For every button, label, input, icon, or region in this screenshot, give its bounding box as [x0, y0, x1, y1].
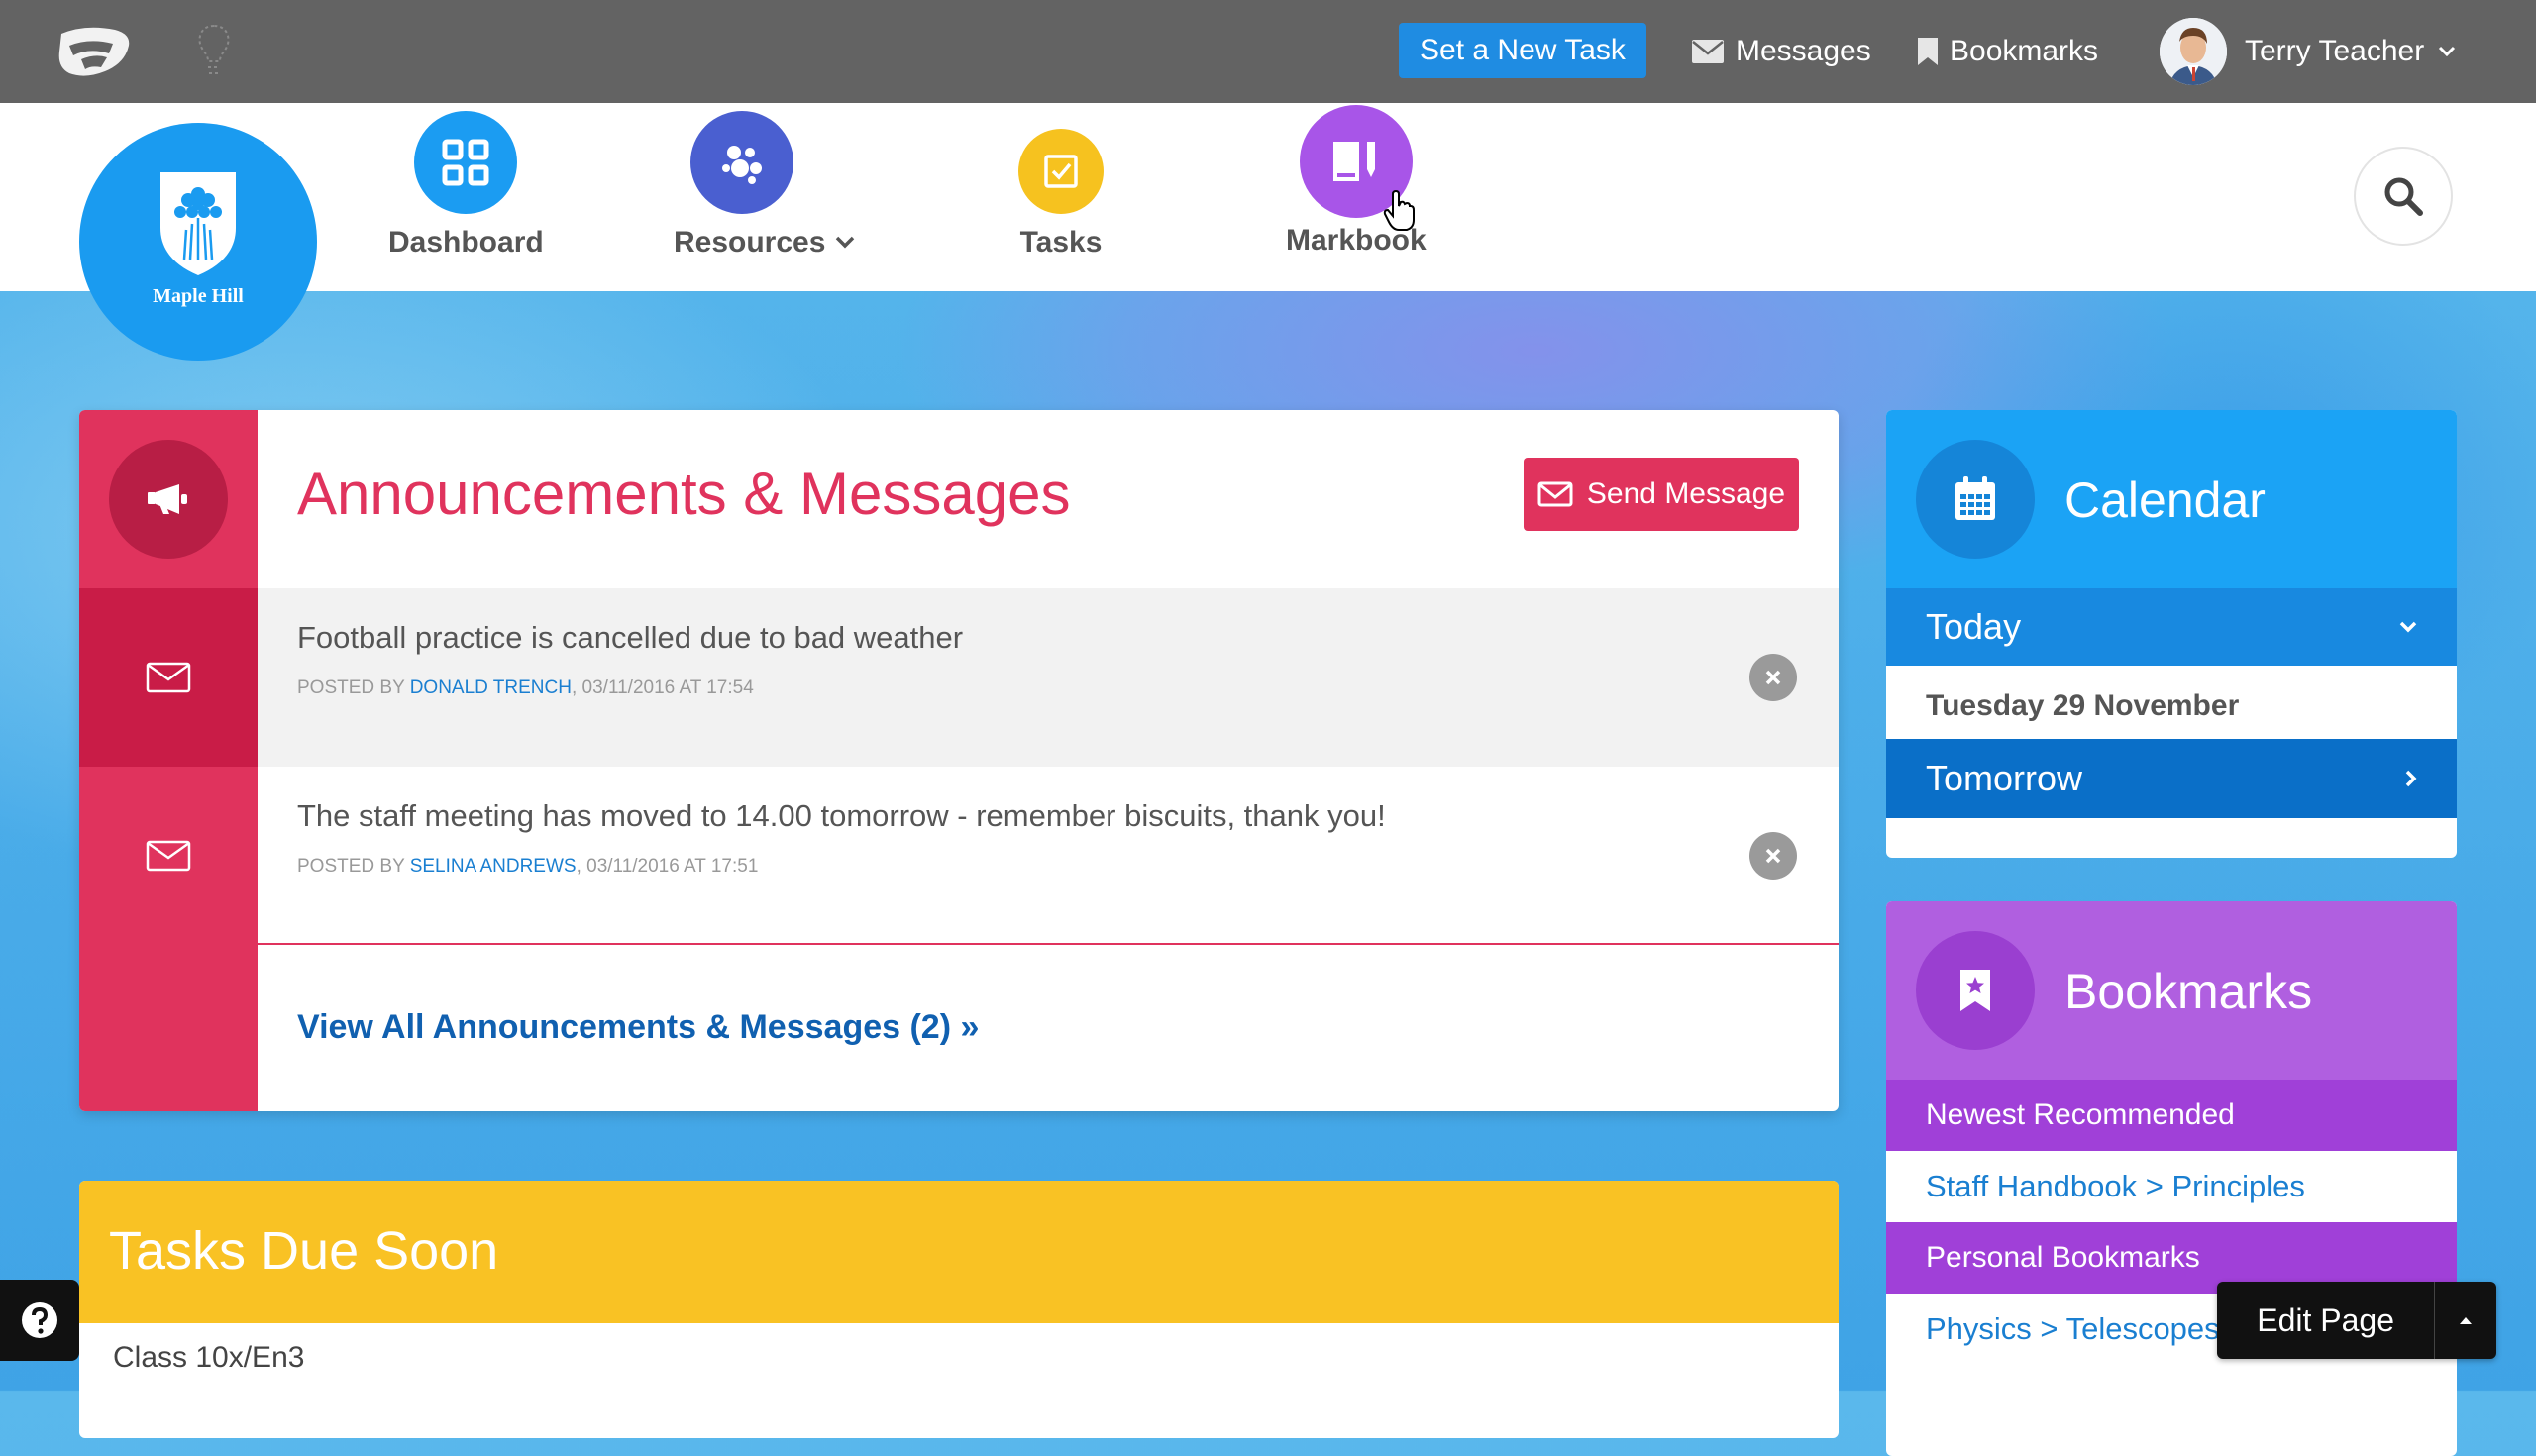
- messages-link[interactable]: Messages: [1692, 28, 1871, 75]
- calendar-today-toggle[interactable]: Today: [1886, 588, 2457, 666]
- dashboard-grid-icon: [414, 111, 518, 214]
- nav-dashboard-label: Dashboard: [388, 226, 544, 259]
- dismiss-message-button[interactable]: [1749, 654, 1797, 701]
- bookmarks-title: Bookmarks: [2064, 964, 2313, 1019]
- tasks-due-soon-panel: Tasks Due Soon Class 10x/En3: [79, 1181, 1839, 1438]
- chevron-down-icon: [836, 236, 855, 249]
- nav-tasks[interactable]: Tasks: [1018, 111, 1104, 260]
- resources-icon: [689, 111, 793, 214]
- user-name-label: Terry Teacher: [2245, 35, 2425, 67]
- message-envelope-icon: [79, 767, 258, 945]
- chevron-down-icon: [2439, 46, 2456, 57]
- announcements-title: Announcements & Messages: [297, 461, 1071, 527]
- message-author-link[interactable]: SELINA ANDREWS: [410, 856, 577, 877]
- bookmarks-section-newest: Newest Recommended: [1886, 1080, 2457, 1151]
- close-icon: [1765, 670, 1781, 685]
- chevron-down-icon: [2399, 621, 2417, 633]
- bookmark-star-icon: [1916, 931, 2035, 1050]
- message-meta: POSTED BY SELINA ANDREWS, 03/11/2016 AT …: [297, 856, 759, 877]
- envelope-icon: [1692, 40, 1724, 63]
- caret-up-icon: [2460, 1317, 2473, 1324]
- announcements-panel: Announcements & Messages Send Message Fo…: [79, 410, 1839, 1111]
- search-icon: [2384, 177, 2423, 216]
- envelope-icon: [1537, 481, 1573, 507]
- nav-tasks-label: Tasks: [1019, 226, 1103, 259]
- nav-resources[interactable]: Resources: [674, 111, 855, 260]
- tasks-checkbox-icon: [1018, 129, 1104, 214]
- user-menu[interactable]: Terry Teacher: [2245, 28, 2456, 75]
- message-row[interactable]: Football practice is cancelled due to ba…: [79, 588, 1839, 767]
- help-icon: [22, 1302, 57, 1338]
- bookmarks-link[interactable]: Bookmarks: [1918, 28, 2098, 75]
- app-logo-icon[interactable]: [55, 24, 133, 79]
- close-icon: [1765, 848, 1781, 864]
- top-bar: Set a New Task Messages Bookmarks Terry …: [0, 0, 2536, 103]
- bookmark-link[interactable]: Staff Handbook > Principles: [1926, 1169, 2305, 1204]
- calendar-title: Calendar: [2064, 472, 2266, 528]
- edit-page-dropdown[interactable]: [2435, 1282, 2496, 1359]
- nav-resources-label: Resources: [674, 226, 855, 260]
- mouse-cursor-icon: [1383, 190, 1415, 231]
- calendar-tomorrow-label: Tomorrow: [1926, 758, 2083, 798]
- dismiss-message-button[interactable]: [1749, 832, 1797, 880]
- send-message-label: Send Message: [1586, 477, 1786, 510]
- calendar-icon: [1916, 440, 2035, 559]
- view-all-announcements-link[interactable]: View All Announcements & Messages (2) »: [297, 1008, 979, 1047]
- bookmark-link[interactable]: Physics > Telescopes: [1926, 1311, 2220, 1347]
- school-name: Maple Hill: [153, 285, 244, 307]
- message-envelope-icon: [79, 588, 258, 767]
- messages-label: Messages: [1736, 35, 1871, 67]
- send-message-button[interactable]: Send Message: [1524, 458, 1799, 531]
- tasks-due-soon-title: Tasks Due Soon: [109, 1221, 499, 1281]
- lightbulb-icon[interactable]: [194, 22, 234, 81]
- nav-dashboard[interactable]: Dashboard: [388, 111, 544, 260]
- message-row[interactable]: The staff meeting has moved to 14.00 tom…: [79, 767, 1839, 945]
- chevron-right-icon: [2405, 770, 2417, 787]
- set-new-task-button[interactable]: Set a New Task: [1399, 23, 1646, 78]
- bookmarks-panel: Bookmarks Newest Recommended Staff Handb…: [1886, 901, 2457, 1456]
- message-text: The staff meeting has moved to 14.00 tom…: [297, 798, 1386, 833]
- search-button[interactable]: [2354, 147, 2453, 246]
- bookmarks-label: Bookmarks: [1950, 35, 2099, 67]
- calendar-panel: Calendar Today Tuesday 29 November Tomor…: [1886, 410, 2457, 858]
- edit-page-control: Edit Page: [2217, 1282, 2496, 1359]
- message-meta: POSTED BY DONALD TRENCH, 03/11/2016 AT 1…: [297, 677, 754, 698]
- calendar-tomorrow-toggle[interactable]: Tomorrow: [1886, 739, 2457, 818]
- calendar-today-label: Today: [1926, 606, 2022, 647]
- megaphone-icon: [109, 440, 228, 559]
- help-button[interactable]: [0, 1280, 79, 1361]
- user-avatar[interactable]: [2160, 18, 2227, 85]
- edit-page-button[interactable]: Edit Page: [2217, 1282, 2436, 1359]
- school-crest-icon: [160, 172, 236, 275]
- message-author-link[interactable]: DONALD TRENCH: [410, 677, 572, 698]
- main-navigation: [0, 103, 2536, 291]
- nav-markbook[interactable]: Markbook: [1286, 105, 1426, 258]
- task-class-row[interactable]: Class 10x/En3: [113, 1341, 304, 1375]
- message-text: Football practice is cancelled due to ba…: [297, 620, 964, 655]
- school-badge[interactable]: Maple Hill: [79, 123, 317, 361]
- bookmark-icon: [1918, 38, 1938, 65]
- calendar-today-date: Tuesday 29 November: [1926, 689, 2240, 722]
